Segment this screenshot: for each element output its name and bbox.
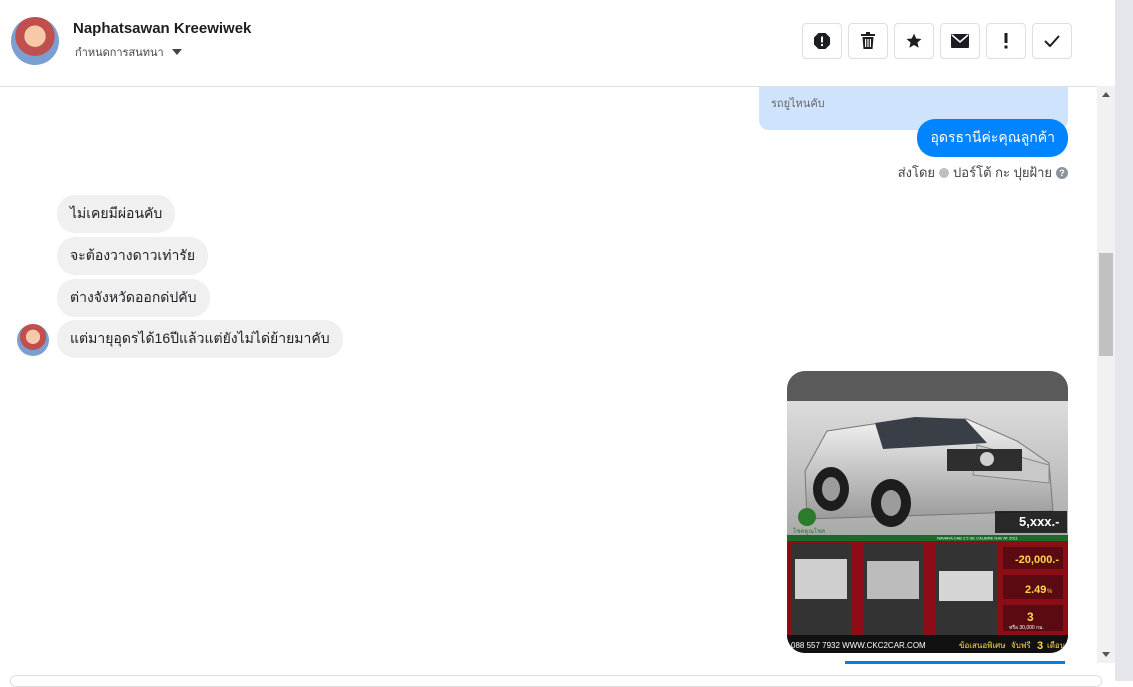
star-button[interactable] bbox=[894, 23, 934, 59]
mark-unread-button[interactable] bbox=[940, 23, 980, 59]
sender-avatar-icon bbox=[939, 167, 950, 178]
message-composer[interactable] bbox=[10, 675, 1102, 687]
done-button[interactable] bbox=[1032, 23, 1072, 59]
side-panel-edge bbox=[1115, 0, 1133, 681]
ad-discount: -20,000.- bbox=[1015, 554, 1059, 566]
help-icon[interactable]: ? bbox=[1056, 166, 1068, 179]
scroll-thumb[interactable] bbox=[1099, 253, 1113, 356]
next-message-edge bbox=[845, 661, 1065, 664]
ad-warranty-note: หรือ 30,000 กม. bbox=[1009, 624, 1044, 631]
ad-rate: 2.49 bbox=[1025, 584, 1046, 596]
checkmark-icon bbox=[1044, 35, 1060, 47]
caret-down-icon bbox=[171, 49, 182, 55]
ad-price: 5,xxx.- bbox=[1019, 514, 1059, 529]
assign-conversation-dropdown[interactable]: กำหนดการสนทนา bbox=[75, 43, 182, 61]
incoming-message-bubble[interactable]: ต่างจังหวัดออกด่ปคับ bbox=[57, 279, 210, 317]
contact-avatar[interactable] bbox=[11, 17, 59, 65]
report-icon bbox=[814, 33, 830, 49]
incoming-message-bubble[interactable]: แต่มายุอุดรได้16ปีแล้วแต่ยังไม่ได่ย้ายมา… bbox=[57, 320, 343, 358]
scroll-up-arrow[interactable] bbox=[1097, 86, 1115, 103]
sender-name[interactable]: ปอร์โต้ กะ ปุยฝ้าย bbox=[953, 162, 1052, 183]
car-advertisement-image[interactable]: โชคคูณโชค 5,xxx.- NAVARA CAB 2.5 SE CALI… bbox=[787, 371, 1068, 653]
ad-promo-left: ข้อเสนอพิเศษ bbox=[959, 641, 1006, 650]
sent-by-label: ส่งโดย bbox=[897, 165, 936, 180]
report-button[interactable] bbox=[802, 23, 842, 59]
star-icon bbox=[906, 33, 922, 48]
delete-button[interactable] bbox=[848, 23, 888, 59]
sent-by-info: ส่งโดย ปอร์โต้ กะ ปุยฝ้าย ? bbox=[898, 162, 1068, 183]
message-scrollbar[interactable] bbox=[1097, 86, 1115, 663]
ad-logo-text: โชคคูณโชค bbox=[793, 527, 825, 535]
ad-phone-web: 088 557 7932 WWW.CKC2CAR.COM bbox=[791, 641, 926, 650]
outgoing-message-bubble[interactable]: อุดรธานีค่ะคุณลูกค้า bbox=[917, 119, 1068, 157]
ad-promo-right-prefix: จับฟรี bbox=[1011, 641, 1031, 650]
ad-warranty-years: 3 bbox=[1027, 610, 1034, 624]
incoming-message-bubble[interactable]: จะต้องวางดาวเท่ารัย bbox=[57, 237, 209, 275]
incoming-message-bubble[interactable]: ไม่เคยมีผ่อนคับ bbox=[57, 195, 176, 233]
mail-icon bbox=[951, 34, 969, 48]
ad-promo-months: 3 bbox=[1037, 640, 1043, 652]
car-ad-graphic: โชคคูณโชค 5,xxx.- NAVARA CAB 2.5 SE CALI… bbox=[787, 371, 1068, 653]
assign-label: กำหนดการสนทนา bbox=[75, 47, 164, 59]
conversation-toolbar bbox=[802, 23, 1072, 59]
exclamation-icon bbox=[1004, 33, 1008, 49]
scroll-down-arrow[interactable] bbox=[1097, 646, 1115, 663]
contact-avatar-small bbox=[17, 324, 49, 356]
conversation-header: Naphatsawan Kreewiwek กำหนดการสนทนา bbox=[0, 0, 1115, 87]
quoted-message-text: รถยูไหนคับ bbox=[771, 98, 825, 110]
ad-model-text: NAVARA CAB 2.5 SE CALIBRE NAV AT 2011 bbox=[937, 536, 1018, 541]
trash-icon bbox=[861, 32, 875, 49]
ad-promo-right-suffix: เดือน bbox=[1047, 641, 1066, 650]
spam-button[interactable] bbox=[986, 23, 1026, 59]
ad-rate-unit: % bbox=[1047, 589, 1053, 595]
contact-name[interactable]: Naphatsawan Kreewiwek bbox=[73, 20, 251, 37]
